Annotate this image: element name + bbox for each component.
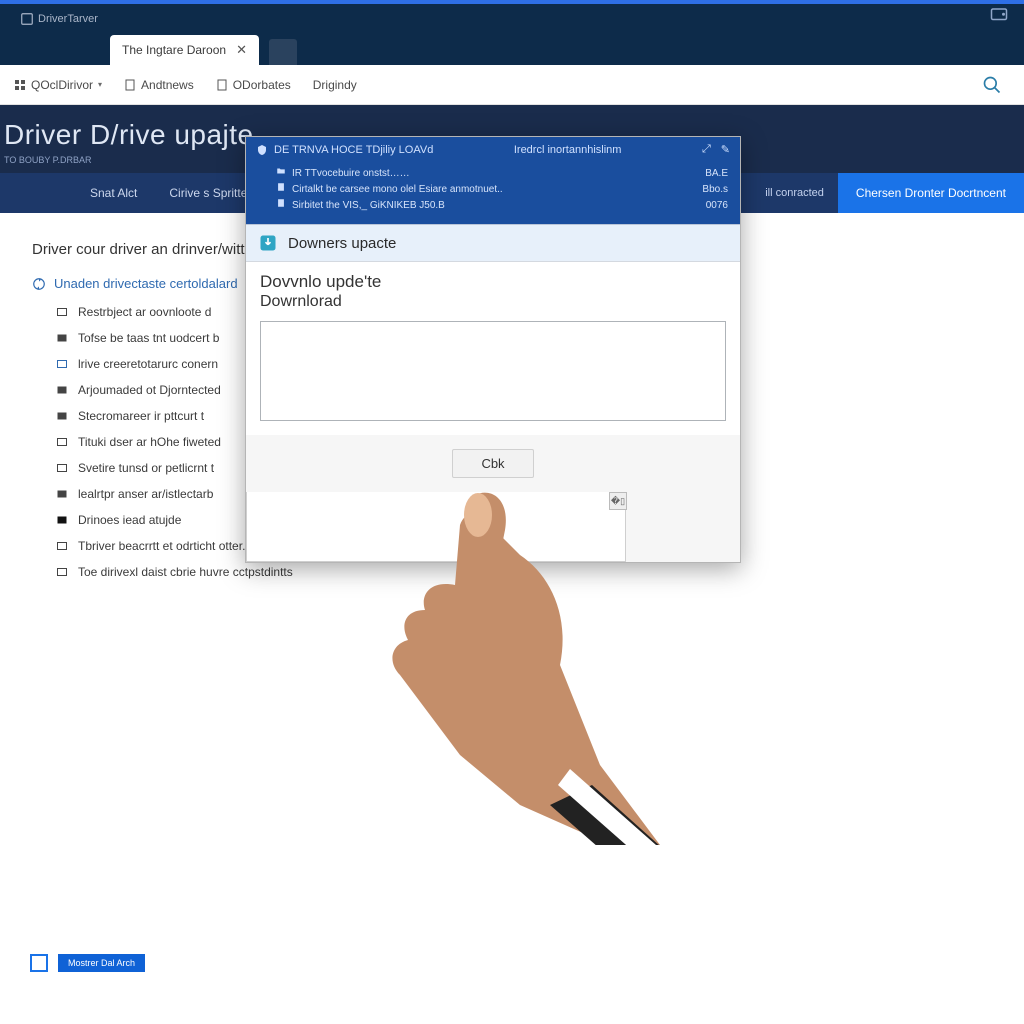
ok-button[interactable]: Cbk: [452, 449, 533, 478]
toolbar-item-updates[interactable]: ODorbates: [216, 78, 291, 92]
shield-icon: [256, 144, 268, 156]
download-dialog: DE TRNVA HOCE TDjiliy LOAVd Iredrcl inor…: [245, 136, 741, 563]
dialog-header[interactable]: DE TRNVA HOCE TDjiliy LOAVd Iredrcl inor…: [246, 137, 740, 162]
footer-chip: Mostrer Dal Arch: [30, 954, 145, 972]
item-icon: [56, 566, 68, 578]
toolbar-item-driver[interactable]: QOclDirivor ▾: [14, 78, 102, 92]
item-icon: [56, 436, 68, 448]
dialog-textarea[interactable]: [260, 321, 726, 421]
file-icon: [276, 198, 286, 208]
item-icon: [56, 384, 68, 396]
item-icon: [56, 306, 68, 318]
close-icon[interactable]: ✕: [236, 42, 247, 58]
dialog-extension: �▯: [246, 492, 626, 562]
tab-active[interactable]: The Ingtare Daroon ✕: [110, 35, 259, 65]
item-icon: [56, 358, 68, 370]
chevron-down-icon: ▾: [98, 80, 102, 89]
expand-icon[interactable]: ⤢: [702, 143, 711, 156]
doc-icon: [124, 79, 136, 91]
file-icon: [276, 182, 286, 192]
toolbar-item-news[interactable]: Andtnews: [124, 78, 194, 92]
toolbar-item-settings[interactable]: Drigindy: [313, 78, 357, 92]
folder-icon: [276, 166, 286, 176]
download-icon: [258, 233, 278, 253]
app-icon: [20, 12, 34, 26]
new-tab-button[interactable]: [269, 39, 297, 65]
dialog-body: Dovvnlo upde'te Dowrnlorad: [246, 262, 740, 435]
update-icon: [32, 277, 46, 291]
nav-status: ill conracted: [751, 173, 838, 213]
dialog-line2: Dowrnlorad: [260, 293, 726, 311]
dialog-info: IR TTvocebuire onstst……BA.E Cirtalkt be …: [246, 162, 740, 224]
item-icon: [56, 540, 68, 552]
item-icon: [56, 514, 68, 526]
dialog-title: DE TRNVA HOCE TDjiliy LOAVd: [274, 144, 433, 156]
search-icon[interactable]: [982, 75, 1002, 98]
item-icon: [56, 410, 68, 422]
item-icon: [56, 488, 68, 500]
dialog-body-header: Downers upacte: [246, 224, 740, 262]
grid-icon: [14, 79, 26, 91]
dialog-footer: Cbk: [246, 435, 740, 492]
window-titlebar: DriverTarver: [0, 0, 1024, 30]
dialog-line1: Dovvnlo upde'te: [260, 272, 726, 292]
edit-icon[interactable]: ✎: [721, 143, 730, 156]
nav-cta-button[interactable]: Chersen Dronter Docrtncent: [838, 173, 1024, 213]
item-icon: [56, 332, 68, 344]
scroll-thumb-icon[interactable]: �▯: [609, 492, 627, 510]
item-icon: [56, 462, 68, 474]
toolbar: QOclDirivor ▾ Andtnews ODorbates Drigind…: [0, 65, 1024, 105]
dialog-subtitle: Iredrcl inortannhislinm: [514, 144, 622, 156]
app-name-label: DriverTarver: [38, 13, 98, 25]
tab-label: The Ingtare Daroon: [122, 43, 226, 57]
app-brand: DriverTarver: [10, 8, 108, 30]
system-tray-icon[interactable]: [988, 6, 1010, 29]
doc2-icon: [216, 79, 228, 91]
footer-button[interactable]: Mostrer Dal Arch: [58, 954, 145, 972]
list-item[interactable]: Toe dirivexl daist cbrie huvre cctpstdin…: [56, 565, 992, 579]
thumbnail-icon[interactable]: [30, 954, 48, 972]
nav-item-1[interactable]: Snat Alct: [0, 173, 153, 213]
tabstrip: The Ingtare Daroon ✕: [0, 30, 1024, 65]
